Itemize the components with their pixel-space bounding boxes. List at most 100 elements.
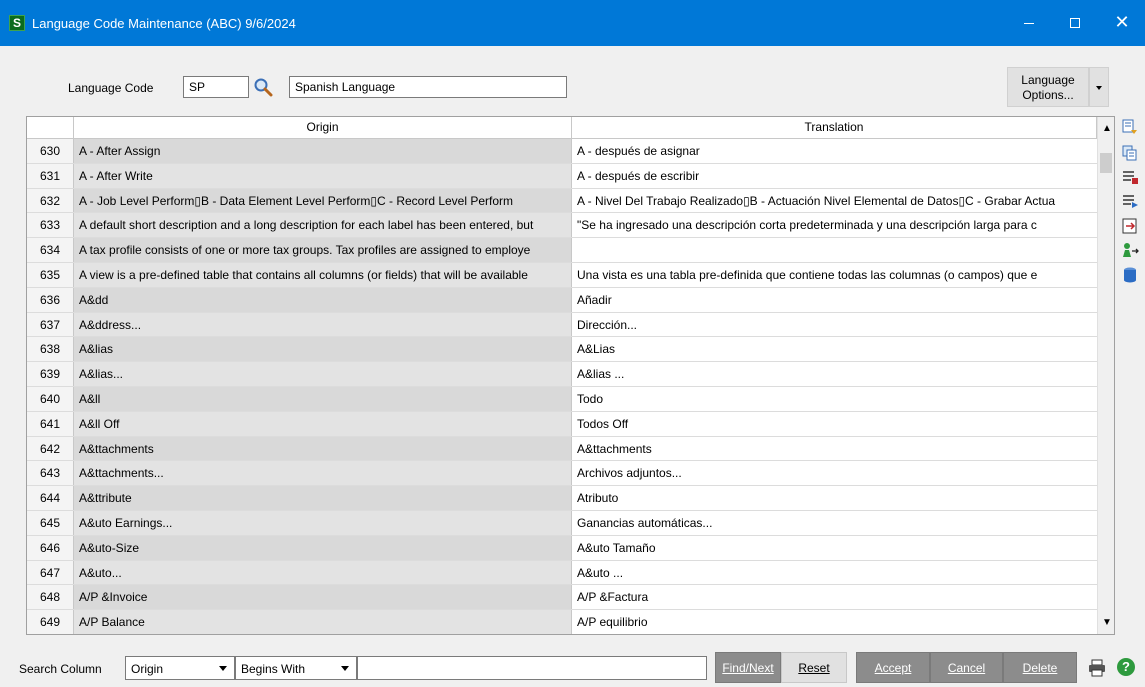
close-button[interactable]: ✕ — [1099, 0, 1145, 46]
table-row[interactable]: 631 A - After Write A - después de escribi… — [27, 163, 1097, 189]
language-code-label: Language Code — [68, 81, 154, 95]
merge-icon[interactable] — [1121, 118, 1139, 136]
row-number-cell: 649 — [27, 610, 74, 634]
table-row[interactable]: 644 A&ttribute Atributo — [27, 486, 1097, 511]
language-description-input[interactable]: Spanish Language — [289, 76, 567, 98]
language-options-label-2: Options... — [1022, 88, 1074, 102]
search-column-select[interactable]: Origin — [125, 656, 235, 680]
copy-icon[interactable] — [1121, 144, 1139, 162]
find-next-button[interactable]: Find/Next — [715, 652, 781, 683]
table-row[interactable]: 639 A&lias... A&lias ... — [27, 362, 1097, 387]
row-number-cell: 638 — [27, 337, 74, 362]
column-header-origin[interactable]: Origin — [74, 117, 572, 138]
vertical-scrollbar[interactable]: ▲ ▼ — [1097, 117, 1114, 634]
help-icon[interactable]: ? — [1117, 658, 1135, 676]
translation-cell[interactable]: Todos Off — [572, 412, 1097, 436]
origin-cell: A&ddress... — [74, 312, 572, 337]
language-options-dropdown[interactable] — [1089, 67, 1109, 107]
translation-cell[interactable]: Dirección... — [572, 313, 1097, 337]
minimize-button[interactable] — [1006, 0, 1052, 46]
translation-cell[interactable]: A/P &Factura — [572, 585, 1097, 609]
table-row[interactable]: 630 A - After Assign A - después de asigna… — [27, 139, 1097, 164]
translation-grid: Origin Translation 630 A - After Assign A … — [26, 116, 1115, 635]
print-icon[interactable] — [1088, 659, 1106, 677]
column-header-translation[interactable]: Translation — [572, 117, 1097, 138]
table-row[interactable]: 634 A tax profile consists of one or more… — [27, 238, 1097, 263]
origin-cell: A&uto... — [74, 560, 572, 585]
table-row[interactable]: 643 A&ttachments... Archivos adjuntos... — [27, 461, 1097, 487]
table-row[interactable]: 649 A/P Balance A/P equilibrio — [27, 610, 1097, 634]
translation-cell[interactable]: Archivos adjuntos... — [572, 461, 1097, 485]
translation-cell[interactable]: A/P equilibrio — [572, 610, 1097, 634]
column-header-row-number[interactable] — [27, 117, 74, 138]
translation-cell[interactable]: A&uto ... — [572, 561, 1097, 585]
window-title: Language Code Maintenance (ABC) 9/6/2024 — [32, 16, 296, 31]
translation-cell[interactable]: A - después de escribir — [572, 164, 1097, 188]
table-row[interactable]: 646 A&uto-Size A&uto Tamaño — [27, 535, 1097, 561]
origin-cell: A&lias... — [74, 362, 572, 386]
row-number-cell: 646 — [27, 535, 74, 560]
table-row[interactable]: 632 A - Job Level Perform▯B - Data Elemen… — [27, 188, 1097, 214]
title-bar: S Language Code Maintenance (ABC) 9/6/20… — [0, 0, 1145, 46]
translation-cell[interactable]: A&lias ... — [572, 362, 1097, 386]
table-row[interactable]: 647 A&uto... A&uto ... — [27, 560, 1097, 586]
language-code-input[interactable]: SP — [183, 76, 249, 98]
table-row[interactable]: 638 A&lias A&Lias — [27, 337, 1097, 363]
maximize-icon — [1070, 18, 1080, 28]
cancel-button[interactable]: Cancel — [930, 652, 1003, 683]
database-icon[interactable] — [1121, 266, 1139, 284]
row-number-cell: 644 — [27, 486, 74, 510]
origin-cell: A - Job Level Perform▯B - Data Element L… — [74, 188, 572, 213]
accept-button[interactable]: Accept — [856, 652, 930, 683]
table-row[interactable]: 635 A view is a pre-defined table that co… — [27, 262, 1097, 288]
translation-cell[interactable]: "Se ha ingresado una descripción corta p… — [572, 213, 1097, 237]
table-row[interactable]: 645 A&uto Earnings... Ganancias automática… — [27, 510, 1097, 536]
table-row[interactable]: 648 A/P &Invoice A/P &Factura — [27, 585, 1097, 611]
origin-cell: A - After Write — [74, 163, 572, 188]
row-number-cell: 643 — [27, 461, 74, 486]
row-number-cell: 641 — [27, 411, 74, 436]
origin-cell: A&ll Off — [74, 411, 572, 436]
translation-cell[interactable]: A - después de asignar — [572, 139, 1097, 163]
search-operator-select[interactable]: Begins With — [235, 656, 357, 680]
append-row-icon[interactable] — [1121, 192, 1139, 210]
scroll-down-icon[interactable]: ▼ — [1102, 617, 1112, 628]
table-row[interactable]: 642 A&ttachments A&ttachments — [27, 436, 1097, 462]
table-row[interactable]: 633 A default short description and a lon… — [27, 213, 1097, 239]
origin-cell: A view is a pre-defined table that conta… — [74, 262, 572, 287]
translation-cell[interactable]: Todo — [572, 387, 1097, 411]
language-options-button[interactable]: Language Options... — [1007, 67, 1089, 107]
translation-cell[interactable]: A&Lias — [572, 337, 1097, 361]
table-row[interactable]: 637 A&ddress... Dirección... — [27, 312, 1097, 338]
translation-cell[interactable]: Atributo — [572, 486, 1097, 510]
export-icon[interactable] — [1121, 217, 1139, 235]
search-column-label: Search Column — [19, 662, 102, 676]
table-row[interactable]: 636 A&dd Añadir — [27, 287, 1097, 313]
delete-button[interactable]: Delete — [1003, 652, 1077, 683]
origin-cell: A tax profile consists of one or more ta… — [74, 238, 572, 262]
translation-cell[interactable]: Ganancias automáticas... — [572, 511, 1097, 535]
table-row[interactable]: 640 A&ll Todo — [27, 386, 1097, 412]
translation-cell[interactable]: A&uto Tamaño — [572, 536, 1097, 560]
scroll-thumb[interactable] — [1100, 153, 1112, 173]
table-row[interactable]: 641 A&ll Off Todos Off — [27, 411, 1097, 437]
translation-cell[interactable]: A&ttachments — [572, 437, 1097, 461]
scroll-up-icon[interactable]: ▲ — [1102, 123, 1112, 134]
translation-cell[interactable]: Una vista es una tabla pre-definida que … — [572, 263, 1097, 287]
lookup-icon[interactable] — [253, 77, 273, 97]
origin-cell: A&ttachments... — [74, 461, 572, 486]
row-number-cell: 637 — [27, 312, 74, 337]
reset-button[interactable]: Reset — [781, 652, 847, 683]
row-number-cell: 645 — [27, 510, 74, 535]
translation-cell[interactable] — [572, 238, 1097, 262]
row-number-cell: 636 — [27, 287, 74, 312]
search-value-input[interactable] — [357, 656, 707, 680]
translation-cell[interactable]: A - Nivel Del Trabajo Realizado▯B - Actu… — [572, 189, 1097, 213]
insert-row-icon[interactable] — [1121, 168, 1139, 186]
translation-cell[interactable]: Añadir — [572, 288, 1097, 312]
origin-cell: A&lias — [74, 337, 572, 362]
search-column-value: Origin — [131, 662, 164, 676]
origin-cell: A&uto-Size — [74, 535, 572, 560]
user-transfer-icon[interactable] — [1121, 241, 1139, 259]
maximize-button[interactable] — [1052, 0, 1098, 46]
